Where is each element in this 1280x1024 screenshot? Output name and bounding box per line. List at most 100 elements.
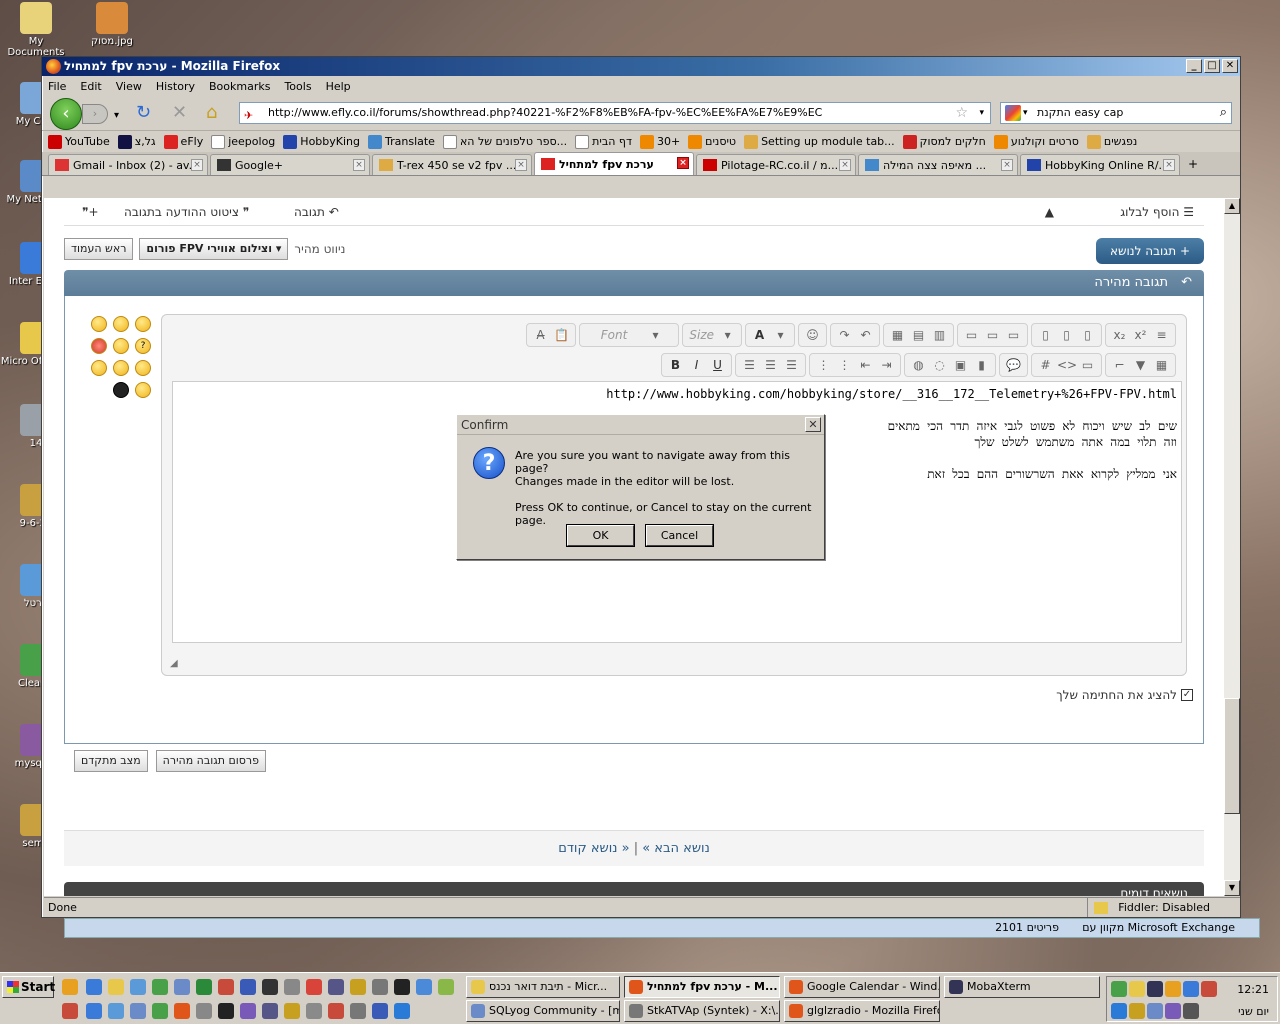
table-col-icon[interactable]: ▥ <box>930 326 949 344</box>
cancel-button[interactable]: Cancel <box>646 525 713 546</box>
report-icon[interactable]: ▲ <box>1045 205 1054 219</box>
tray-icon[interactable] <box>1111 1003 1127 1019</box>
menu-file[interactable]: File <box>48 80 66 93</box>
quicklaunch-icon[interactable] <box>284 979 300 995</box>
taskbar-item-firefox-fpv[interactable]: למתחיל fpv ערכת - M... <box>624 976 780 998</box>
tray-icon[interactable] <box>1129 981 1145 997</box>
tab-close-icon[interactable]: × <box>515 159 527 171</box>
ie-icon[interactable] <box>86 979 102 995</box>
quicklaunch-icon[interactable] <box>130 1003 146 1019</box>
vertical-scrollbar[interactable]: ▲ ▼ <box>1224 198 1240 896</box>
quicklaunch-icon[interactable] <box>152 979 168 995</box>
scroll-down-icon[interactable]: ▼ <box>1224 880 1240 896</box>
spoiler-icon[interactable]: ▼ <box>1131 356 1150 374</box>
php-icon[interactable]: ▭ <box>1078 356 1097 374</box>
doc-icon[interactable]: ▯ <box>1078 326 1097 344</box>
network-tray-icon[interactable] <box>1183 981 1199 997</box>
attach-icon[interactable]: ⌐ <box>1110 356 1129 374</box>
excel-icon[interactable] <box>196 979 212 995</box>
bookmark-tisanim[interactable]: טיסנים <box>688 134 736 149</box>
scroll-thumb[interactable] <box>1224 698 1240 814</box>
chrome-icon[interactable] <box>306 979 322 995</box>
underline-icon[interactable]: U <box>708 356 727 374</box>
outlook-icon[interactable] <box>108 979 124 995</box>
tab-word-origin[interactable]: מאיפה צצה המילה ... × <box>858 154 1018 175</box>
quicklaunch-icon[interactable] <box>328 979 344 995</box>
quicklaunch-icon[interactable] <box>262 979 278 995</box>
quicklaunch-icon[interactable] <box>416 979 432 995</box>
smiley-icon[interactable] <box>135 316 151 332</box>
indent-icon[interactable]: ⇥ <box>877 356 896 374</box>
tray-icon[interactable] <box>1111 981 1127 997</box>
outdent-icon[interactable]: ⇤ <box>856 356 875 374</box>
bookmark-star-icon[interactable]: ☆ <box>955 103 968 123</box>
tray-icon[interactable] <box>1147 1003 1163 1019</box>
tab-pilotage[interactable]: Pilotage-RC.co.il / מ... × <box>696 154 856 175</box>
quicklaunch-icon[interactable] <box>372 1003 388 1019</box>
quicklaunch-icon[interactable] <box>152 1003 168 1019</box>
title-bar[interactable]: למתחיל fpv ערכת - Mozilla Firefox _ □ ✕ <box>42 57 1240 76</box>
quicklaunch-icon[interactable] <box>240 1003 256 1019</box>
size-select[interactable]: Size <box>687 326 716 344</box>
bold-icon[interactable]: B <box>666 356 685 374</box>
show-signature-checkbox[interactable]: ✓ <box>1181 689 1193 701</box>
menu-help[interactable]: Help <box>326 80 351 93</box>
reload-icon[interactable]: ↻ <box>136 104 151 122</box>
table-icon[interactable]: ▦ <box>888 326 907 344</box>
quicklaunch-icon[interactable] <box>218 979 234 995</box>
bookmark-galatz[interactable]: גל,צ <box>117 134 156 149</box>
smiley-icon[interactable] <box>113 360 129 376</box>
dialog-close-button[interactable]: ✕ <box>805 417 821 432</box>
redo-icon[interactable]: ↷ <box>835 326 854 344</box>
smiley-icon[interactable] <box>113 338 129 354</box>
bookmark-jeepolog[interactable]: jeepolog <box>211 134 275 149</box>
tab-gmail[interactable]: Gmail - Inbox (2) - av... × <box>48 154 208 175</box>
quicklaunch-icon[interactable] <box>130 979 146 995</box>
copy-icon[interactable]: ▭ <box>983 326 1002 344</box>
quicklaunch-icon[interactable] <box>174 979 190 995</box>
paste-plain-icon[interactable]: ▭ <box>1004 326 1023 344</box>
quicklaunch-icon[interactable] <box>108 1003 124 1019</box>
home-icon[interactable]: ⌂ <box>206 104 217 122</box>
align-left-icon[interactable]: ☰ <box>782 356 801 374</box>
quicklaunch-icon[interactable] <box>218 1003 234 1019</box>
bookmark-30plus[interactable]: 30+ <box>639 134 680 149</box>
dialog-title-bar[interactable]: Confirm ✕ <box>457 415 824 435</box>
remove-format-icon[interactable]: A̶ <box>531 326 550 344</box>
taskbar-item-mobaxterm[interactable]: MobaXterm <box>944 976 1100 998</box>
subscript-icon[interactable]: x₂ <box>1110 326 1129 344</box>
tray-icon[interactable] <box>1165 981 1181 997</box>
tab-close-icon[interactable]: × <box>1001 159 1013 171</box>
smiley-icon[interactable] <box>91 316 107 332</box>
tab-hobbyking[interactable]: HobbyKing Online R/... × <box>1020 154 1180 175</box>
resize-handle-icon[interactable]: ◢ <box>170 658 178 669</box>
unordered-list-icon[interactable]: ⋮ <box>835 356 854 374</box>
search-input[interactable]: ▾ התקנת easy cap ⌕ <box>1000 102 1232 124</box>
smilie-insert-icon[interactable]: ☺ <box>803 326 822 344</box>
url-dropdown-icon[interactable]: ▾ <box>979 103 984 123</box>
table-row-icon[interactable]: ▤ <box>909 326 928 344</box>
smiley-icon[interactable] <box>135 360 151 376</box>
smiley-icon[interactable] <box>113 316 129 332</box>
forum-jump-select[interactable]: פורום FPV וצילום אווירי ▾ <box>139 238 289 260</box>
scroll-up-icon[interactable]: ▲ <box>1224 198 1240 214</box>
quicklaunch-icon[interactable] <box>328 1003 344 1019</box>
unlink-icon[interactable]: ◌ <box>930 356 949 374</box>
font-select[interactable]: Font <box>584 326 644 344</box>
maximize-button[interactable]: □ <box>1204 59 1220 73</box>
quicklaunch-icon[interactable] <box>306 1003 322 1019</box>
tab-close-icon[interactable]: × <box>839 159 851 171</box>
top-of-page-button[interactable]: ראש העמוד <box>64 238 134 260</box>
menu-bookmarks[interactable]: Bookmarks <box>209 80 270 93</box>
bookmark-phonebook[interactable]: ספר טלפונים של הא... <box>442 134 567 149</box>
taskbar-item-stkatvap[interactable]: StkATVAp (Syntek) - X:\... <box>624 1000 780 1022</box>
bookmark-efly[interactable]: eFly <box>163 134 203 149</box>
forward-button[interactable]: › <box>82 104 108 124</box>
skype-icon[interactable] <box>394 1003 410 1019</box>
cool-smiley-icon[interactable] <box>113 382 129 398</box>
cmd-icon[interactable] <box>394 979 410 995</box>
stop-icon[interactable]: ✕ <box>172 104 187 122</box>
bookmark-movies[interactable]: סרטים וקולנוע <box>993 134 1079 149</box>
taskbar-item-google-calendar[interactable]: Google Calendar - Wind... <box>784 976 940 998</box>
volume-tray-icon[interactable] <box>1183 1003 1199 1019</box>
